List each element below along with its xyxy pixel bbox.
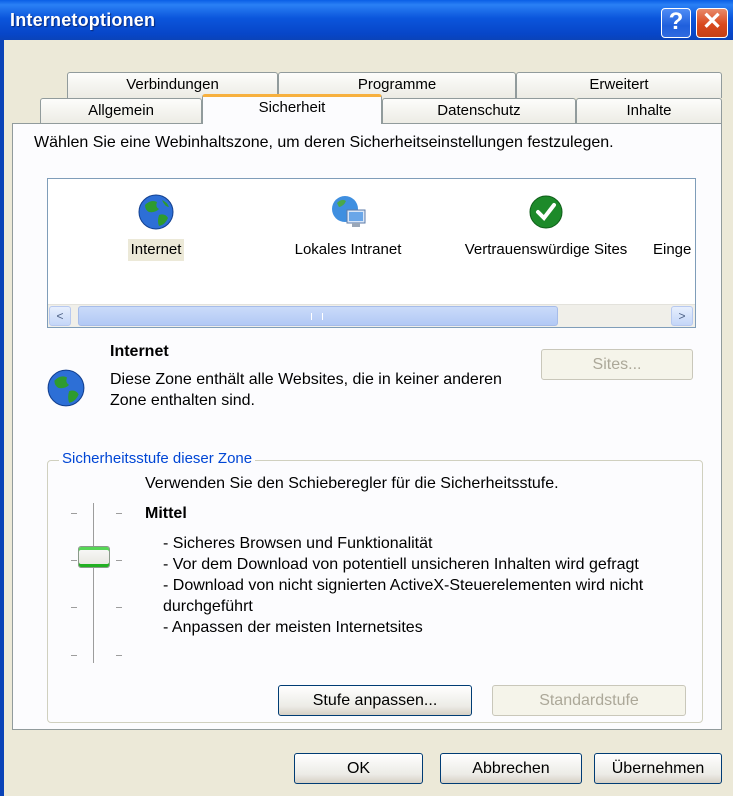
sites-button[interactable]: Sites... bbox=[541, 349, 693, 380]
selected-zone-title: Internet bbox=[110, 343, 169, 360]
zone-trusted-sites[interactable]: Vertrauenswürdige Sites bbox=[456, 193, 636, 261]
scroll-thumb[interactable] bbox=[78, 306, 558, 326]
zone-restricted-sites[interactable]: Einge bbox=[650, 193, 695, 261]
horizontal-scrollbar[interactable]: < > bbox=[48, 304, 695, 327]
intranet-computer-icon bbox=[329, 193, 367, 231]
tab-datenschutz[interactable]: Datenschutz bbox=[382, 98, 576, 124]
slider-tick bbox=[116, 655, 122, 656]
scroll-left-button[interactable]: < bbox=[49, 306, 71, 326]
slider-tick bbox=[71, 560, 77, 561]
security-level-slider[interactable] bbox=[93, 503, 96, 663]
scroll-right-button[interactable]: > bbox=[671, 306, 693, 326]
zone-label: Internet bbox=[127, 239, 185, 261]
internet-options-dialog: Internetoptionen ? ✕ Verbindungen Progra… bbox=[0, 0, 733, 796]
slider-tick bbox=[71, 607, 77, 608]
globe-icon bbox=[46, 368, 86, 408]
slider-tick bbox=[116, 560, 122, 561]
cancel-button[interactable]: Abbrechen bbox=[440, 753, 582, 784]
green-check-icon bbox=[527, 193, 565, 231]
slider-tick bbox=[71, 513, 77, 514]
tab-sicherheit[interactable]: Sicherheit bbox=[202, 94, 382, 124]
zone-list[interactable]: Internet Lokales Intranet Vertrauenswürd… bbox=[47, 178, 696, 328]
tab-erweitert[interactable]: Erweitert bbox=[516, 72, 722, 98]
apply-button[interactable]: Übernehmen bbox=[594, 753, 722, 784]
zone-instruction: Wählen Sie eine Webinhaltszone, um deren… bbox=[34, 134, 614, 151]
security-slider-thumb[interactable] bbox=[78, 546, 110, 568]
tab-inhalte[interactable]: Inhalte bbox=[576, 98, 722, 124]
zone-local-intranet[interactable]: Lokales Intranet bbox=[263, 193, 433, 261]
close-button[interactable]: ✕ bbox=[696, 8, 728, 38]
scroll-grip bbox=[311, 313, 323, 320]
slider-tick bbox=[116, 513, 122, 514]
help-button[interactable]: ? bbox=[661, 8, 691, 38]
selected-zone-description: Diese Zone enthält alle Websites, die in… bbox=[110, 371, 502, 409]
custom-level-button[interactable]: Stufe anpassen... bbox=[278, 685, 472, 716]
default-level-button[interactable]: Standardstufe bbox=[492, 685, 686, 716]
slider-tick bbox=[116, 607, 122, 608]
slider-instruction: Verwenden Sie den Schieberegler für die … bbox=[145, 475, 559, 492]
level-detail-item: - Anpassen der meisten Internetsites bbox=[163, 619, 423, 636]
globe-icon bbox=[137, 193, 175, 231]
zone-internet[interactable]: Internet bbox=[106, 193, 206, 261]
security-level-name: Mittel bbox=[145, 505, 187, 522]
title-bar[interactable]: Internetoptionen ? ✕ bbox=[0, 0, 733, 40]
restricted-icon bbox=[662, 193, 695, 231]
window-title: Internetoptionen bbox=[10, 10, 156, 30]
window-border bbox=[0, 40, 4, 796]
level-detail-item: - Vor dem Download von potentiell unsich… bbox=[163, 556, 639, 573]
zone-label: Lokales Intranet bbox=[294, 241, 402, 258]
security-level-details: - Sicheres Browsen und Funktionalität - … bbox=[163, 533, 683, 638]
ok-button[interactable]: OK bbox=[294, 753, 423, 784]
tab-allgemein[interactable]: Allgemein bbox=[40, 98, 202, 124]
zone-label: Vertrauenswürdige Sites bbox=[464, 241, 628, 258]
zone-label: Einge bbox=[653, 241, 692, 258]
level-detail-item: - Sicheres Browsen und Funktionalität bbox=[163, 535, 433, 552]
security-level-legend: Sicherheitsstufe dieser Zone bbox=[59, 450, 256, 467]
level-detail-item: - Download von nicht signierten ActiveX-… bbox=[163, 577, 644, 615]
slider-tick bbox=[71, 655, 77, 656]
